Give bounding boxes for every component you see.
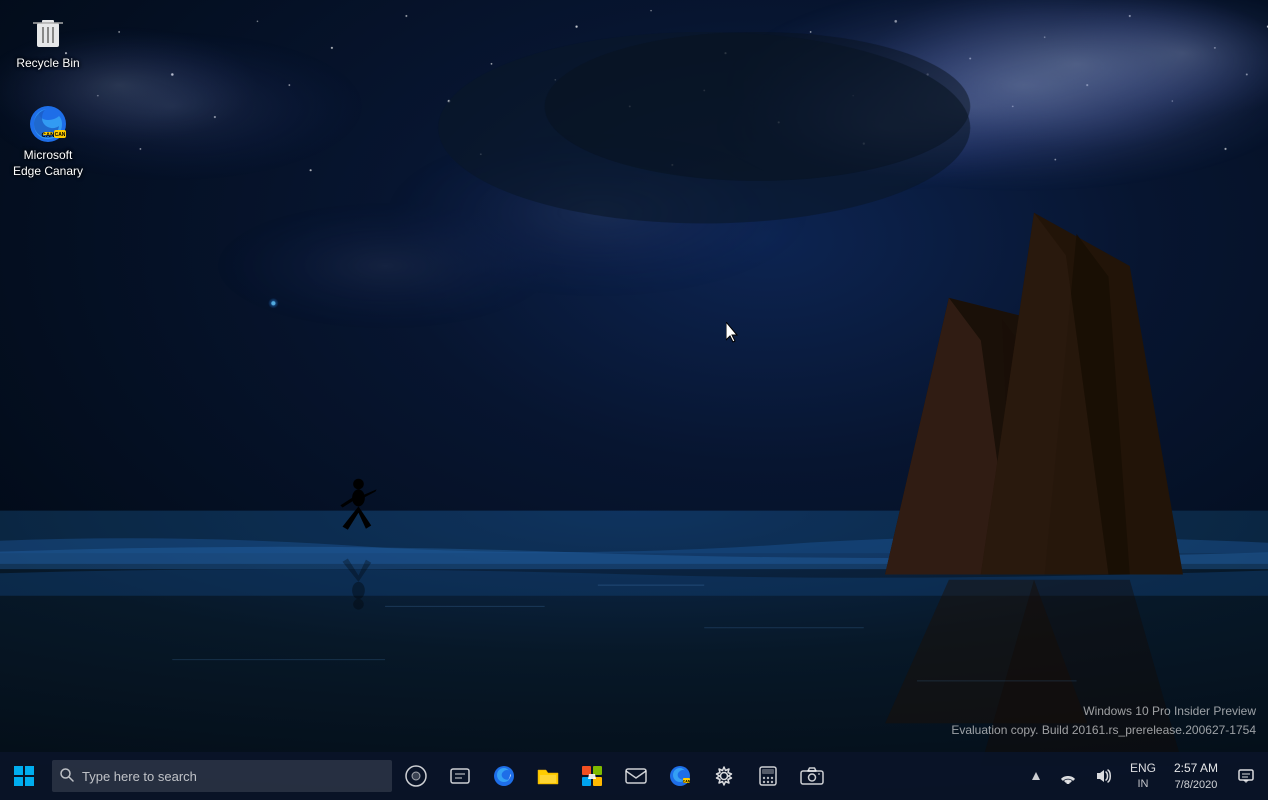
taskbar: Type here to search	[0, 752, 1268, 800]
windows-logo	[14, 766, 34, 786]
edge-canary-label: Microsoft Edge Canary	[12, 148, 84, 179]
system-tray: ENG IN 2:57 AM 7/8/2020	[1022, 752, 1268, 800]
taskbar-apps: CAN	[394, 752, 834, 800]
recycle-bin-icon[interactable]: Recycle Bin	[8, 8, 88, 76]
cortana-button[interactable]	[394, 752, 438, 800]
tray-icons	[1050, 752, 1122, 800]
lang-text: ENG	[1130, 761, 1156, 777]
microsoft-store-button[interactable]	[570, 752, 614, 800]
edge-canary-image: CAN CAN	[28, 104, 68, 144]
svg-text:CAN: CAN	[683, 780, 691, 784]
language-indicator[interactable]: ENG IN	[1122, 752, 1164, 800]
mouse-cursor	[726, 322, 738, 342]
watermark-line1: Windows 10 Pro Insider Preview	[951, 702, 1256, 721]
watermark-line2: Evaluation copy. Build 20161.rs_prerelea…	[951, 721, 1256, 740]
svg-text:CAN: CAN	[55, 132, 66, 138]
file-explorer-button[interactable]	[526, 752, 570, 800]
recycle-bin-image	[28, 12, 68, 52]
notification-button[interactable]	[1228, 752, 1264, 800]
clock[interactable]: 2:57 AM 7/8/2020	[1164, 752, 1228, 800]
search-icon	[60, 768, 74, 785]
search-placeholder: Type here to search	[82, 769, 197, 784]
watermark: Windows 10 Pro Insider Preview Evaluatio…	[951, 702, 1256, 740]
tray-overflow-button[interactable]	[1022, 752, 1050, 800]
edge-canary-taskbar-button[interactable]: CAN	[658, 752, 702, 800]
svg-text:CAN: CAN	[42, 133, 55, 139]
clock-time: 2:57 AM	[1174, 759, 1218, 777]
clock-date: 7/8/2020	[1175, 777, 1218, 794]
mail-button[interactable]	[614, 752, 658, 800]
volume-tray-icon[interactable]	[1086, 752, 1122, 800]
settings-button[interactable]	[702, 752, 746, 800]
edge-canary-desktop-icon[interactable]: CAN CAN Microsoft Edge Canary	[8, 100, 88, 183]
network-tray-icon[interactable]	[1050, 752, 1086, 800]
news-interests-button[interactable]	[438, 752, 482, 800]
edge-browser-button[interactable]	[482, 752, 526, 800]
search-bar[interactable]: Type here to search	[52, 760, 392, 792]
recycle-bin-label: Recycle Bin	[16, 56, 79, 72]
start-button[interactable]	[0, 752, 48, 800]
calculator-button[interactable]	[746, 752, 790, 800]
desktop: Recycle Bin CAN CAN Microsoft Edge Canar…	[0, 0, 1268, 800]
camera-button[interactable]	[790, 752, 834, 800]
lang-region: IN	[1137, 777, 1148, 791]
